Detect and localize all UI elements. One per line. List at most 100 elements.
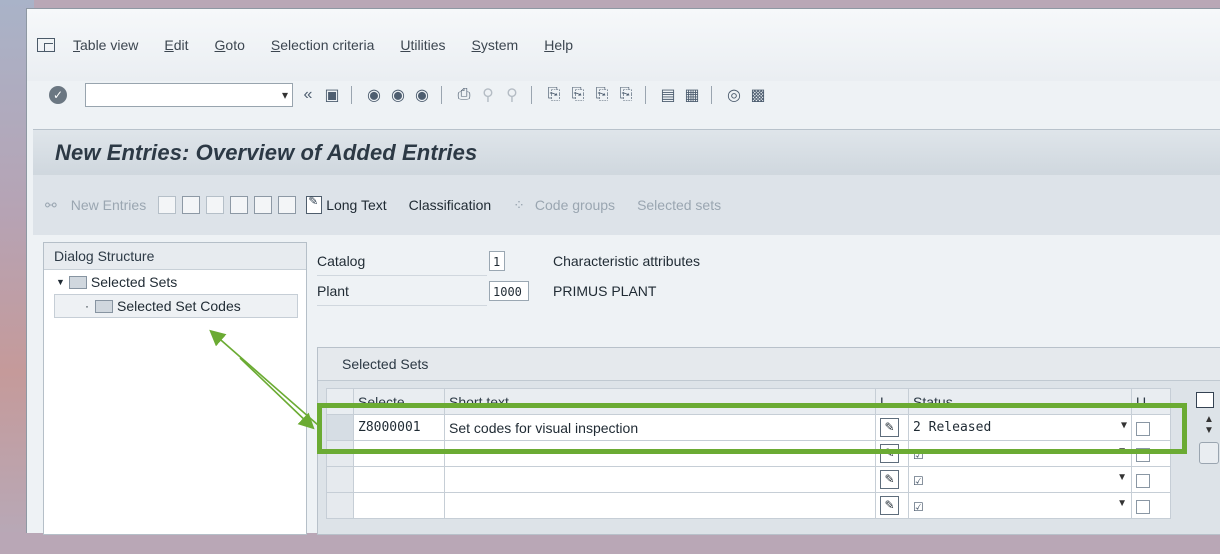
- deselect-all-icon[interactable]: [278, 196, 297, 214]
- find-icon[interactable]: ⚲: [479, 86, 497, 104]
- prev-page-icon[interactable]: ⎘: [569, 86, 587, 104]
- code-groups-button[interactable]: ⁘ Code groups: [513, 197, 615, 214]
- classification-button[interactable]: Classification: [409, 197, 491, 213]
- table-header-row: Selecte... Short text L... Status U...: [326, 388, 1171, 415]
- table-row[interactable]: ✎ ☑ ▼: [326, 440, 1171, 467]
- scroll-down-icon[interactable]: ▼: [1198, 425, 1220, 436]
- row-selector[interactable]: [326, 440, 354, 467]
- copy-icon[interactable]: [158, 196, 177, 214]
- code-cell[interactable]: Z8000001: [353, 414, 445, 441]
- undo-icon[interactable]: [206, 196, 225, 214]
- catalog-field[interactable]: 1: [489, 251, 505, 271]
- column-header-short-text[interactable]: Short text: [444, 388, 876, 415]
- command-field[interactable]: ▾: [85, 83, 293, 107]
- save-icon[interactable]: ▣: [323, 86, 341, 104]
- long-text-cell[interactable]: ✎: [875, 440, 909, 467]
- short-text-cell[interactable]: Set codes for visual inspection: [444, 414, 876, 441]
- new-entries-button[interactable]: New Entries: [71, 197, 146, 213]
- used-checkbox[interactable]: [1136, 421, 1150, 436]
- find-next-icon[interactable]: ⚲: [503, 86, 521, 104]
- used-cell[interactable]: [1131, 492, 1171, 519]
- layout-icon[interactable]: ▩: [749, 86, 767, 104]
- used-checkbox[interactable]: [1136, 499, 1150, 514]
- long-text-button[interactable]: Long Text: [306, 194, 387, 214]
- code-cell[interactable]: [353, 440, 445, 467]
- enter-icon[interactable]: ✓: [49, 86, 67, 104]
- print-icon[interactable]: ⎙: [455, 86, 473, 104]
- first-page-icon[interactable]: ⎘: [545, 86, 563, 104]
- table-row[interactable]: ✎ ☑ ▼: [326, 466, 1171, 493]
- last-page-icon[interactable]: ⎘: [617, 86, 635, 104]
- select-block-icon[interactable]: [254, 196, 273, 214]
- create-session-icon[interactable]: ▤: [659, 86, 677, 104]
- status-cell[interactable]: ☑ ▼: [908, 440, 1132, 467]
- long-text-edit-icon[interactable]: ✎: [880, 496, 899, 515]
- menu-system[interactable]: System: [472, 37, 519, 53]
- long-text-edit-icon[interactable]: ✎: [880, 418, 899, 437]
- code-cell[interactable]: [353, 492, 445, 519]
- used-cell[interactable]: [1131, 466, 1171, 493]
- column-header-long-text[interactable]: L...: [875, 388, 909, 415]
- help-icon[interactable]: ◎: [725, 86, 743, 104]
- table-settings-icon[interactable]: [1196, 392, 1214, 408]
- cancel-icon[interactable]: ◉: [413, 86, 431, 104]
- used-cell[interactable]: [1131, 414, 1171, 441]
- menu-edit[interactable]: Edit: [164, 37, 188, 53]
- vertical-scrollbar[interactable]: ▲ ▼: [1198, 414, 1220, 554]
- short-text-cell[interactable]: [444, 466, 876, 493]
- expand-icon[interactable]: ▼: [56, 277, 65, 287]
- long-text-edit-icon[interactable]: ✎: [880, 470, 899, 489]
- used-checkbox[interactable]: [1136, 447, 1150, 462]
- used-cell[interactable]: [1131, 440, 1171, 467]
- code-cell[interactable]: [353, 466, 445, 493]
- tree-item-selected-set-codes[interactable]: · Selected Set Codes: [54, 294, 298, 318]
- status-value: ☑: [913, 499, 924, 514]
- chevron-down-icon[interactable]: ▼: [1117, 498, 1127, 509]
- scroll-up-icon[interactable]: ▲: [1198, 414, 1220, 425]
- exit-icon[interactable]: ◉: [389, 86, 407, 104]
- long-text-cell[interactable]: ✎: [875, 466, 909, 493]
- dialog-structure-panel: Dialog Structure ▼ Selected Sets · Selec…: [43, 242, 307, 535]
- delete-icon[interactable]: [182, 196, 201, 214]
- back-nav-icon[interactable]: ◉: [365, 86, 383, 104]
- short-text-cell[interactable]: [444, 440, 876, 467]
- column-header-used[interactable]: U...: [1131, 388, 1171, 415]
- row-selector-header[interactable]: [326, 388, 354, 415]
- chevron-down-icon[interactable]: ▼: [1117, 446, 1127, 457]
- scroll-thumb[interactable]: [1199, 442, 1219, 464]
- column-header-code[interactable]: Selecte...: [353, 388, 445, 415]
- selected-sets-button[interactable]: Selected sets: [637, 197, 721, 213]
- row-selector[interactable]: [326, 414, 354, 441]
- used-checkbox[interactable]: [1136, 473, 1150, 488]
- status-cell[interactable]: ☑ ▼: [908, 466, 1132, 493]
- short-text-cell[interactable]: [444, 492, 876, 519]
- status-value: ☑: [913, 473, 924, 488]
- change-display-icon[interactable]: ⚯: [45, 197, 57, 214]
- row-selector[interactable]: [326, 492, 354, 519]
- menu-goto[interactable]: Goto: [215, 37, 245, 53]
- menu-icon[interactable]: [37, 38, 55, 52]
- status-cell[interactable]: ☑ ▼: [908, 492, 1132, 519]
- menu-help[interactable]: Help: [544, 37, 573, 53]
- column-header-status[interactable]: Status: [908, 388, 1132, 415]
- row-selector[interactable]: [326, 466, 354, 493]
- folder-open-icon: [68, 275, 87, 289]
- chevron-down-icon[interactable]: ▼: [1121, 420, 1127, 431]
- menu-table-view[interactable]: Table view: [73, 37, 138, 53]
- status-cell[interactable]: 2 Released ▼: [908, 414, 1132, 441]
- shortcut-icon[interactable]: ▦: [683, 86, 701, 104]
- menu-utilities[interactable]: Utilities: [400, 37, 445, 53]
- select-all-icon[interactable]: [230, 196, 249, 214]
- back-icon[interactable]: «: [299, 86, 317, 104]
- next-page-icon[interactable]: ⎘: [593, 86, 611, 104]
- table-row[interactable]: ✎ ☑ ▼: [326, 492, 1171, 519]
- chevron-down-icon[interactable]: ▾: [282, 88, 288, 102]
- long-text-edit-icon[interactable]: ✎: [880, 444, 899, 463]
- long-text-cell[interactable]: ✎: [875, 414, 909, 441]
- tree-item-selected-sets[interactable]: ▼ Selected Sets: [44, 270, 306, 294]
- long-text-cell[interactable]: ✎: [875, 492, 909, 519]
- chevron-down-icon[interactable]: ▼: [1117, 472, 1127, 483]
- plant-field[interactable]: 1000: [489, 281, 529, 301]
- menu-selection-criteria[interactable]: Selection criteria: [271, 37, 375, 53]
- table-row[interactable]: Z8000001 Set codes for visual inspection…: [326, 414, 1171, 441]
